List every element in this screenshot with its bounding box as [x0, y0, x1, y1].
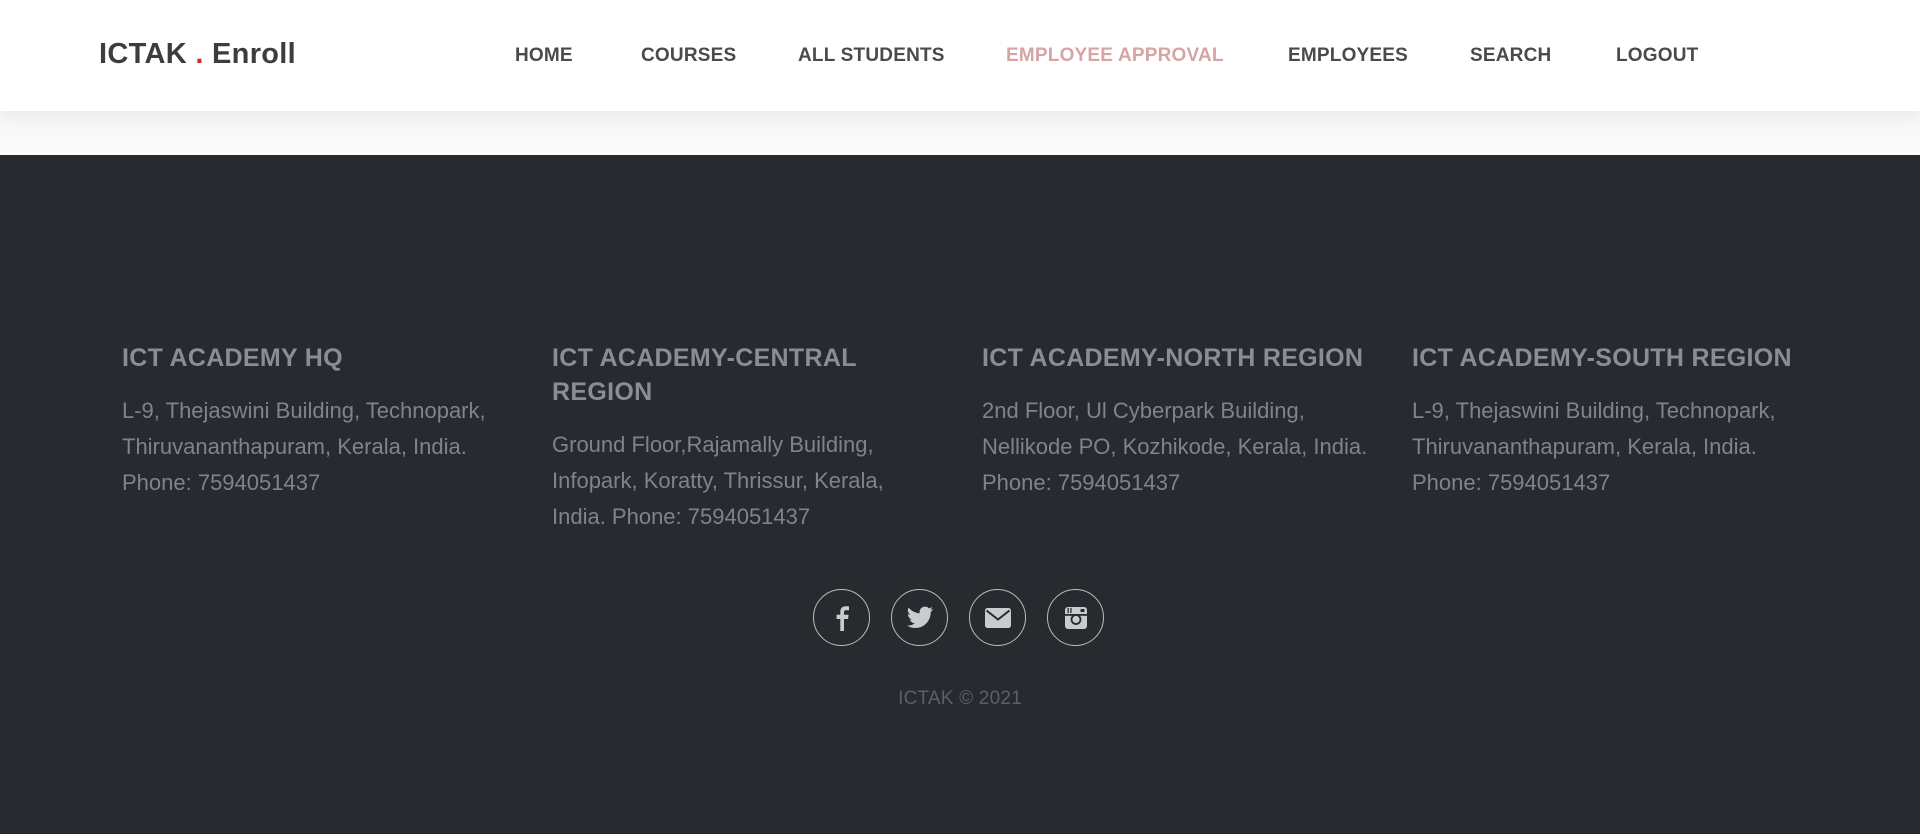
nav-item-employee-approval[interactable]: EMPLOYEE APPROVAL	[1006, 45, 1224, 67]
instagram-icon	[1064, 606, 1087, 629]
footer-column-title: ICT ACADEMY HQ	[122, 344, 343, 372]
footer-column-title: ICT ACADEMY-NORTH REGION	[982, 344, 1364, 372]
footer: ICT ACADEMY HQ L-9, Thejaswini Building,…	[0, 155, 1920, 834]
footer-address-text: L-9, Thejaswini Building, Technopark, Th…	[1412, 398, 1776, 459]
footer-column-address: L-9, Thejaswini Building, Technopark, Th…	[122, 393, 512, 501]
footer-address-text: 2nd Floor, Ul Cyberpark Building, Nellik…	[982, 398, 1368, 459]
twitter-icon	[906, 606, 933, 628]
facebook-icon	[836, 605, 849, 631]
nav-item-courses[interactable]: COURSES	[641, 45, 736, 67]
instagram-link[interactable]	[1047, 589, 1104, 646]
footer-column-south: ICT ACADEMY-SOUTH REGION L-9, Thejaswini…	[1412, 341, 1812, 501]
nav-item-employees[interactable]: EMPLOYEES	[1288, 45, 1408, 67]
top-navbar: ICTAK . Enroll HOME COURSES ALL STUDENTS…	[0, 0, 1920, 111]
footer-column-hq: ICT ACADEMY HQ L-9, Thejaswini Building,…	[122, 341, 512, 501]
facebook-link[interactable]	[813, 589, 870, 646]
footer-phone-text: Phone: 7594051437	[122, 470, 321, 495]
brand-dot: .	[195, 38, 204, 70]
page-content-strip	[0, 111, 1920, 155]
footer-column-title: ICT ACADEMY-SOUTH REGION	[1412, 344, 1792, 372]
footer-address-text: Ground Floor,Rajamally Building, Infopar…	[552, 432, 884, 529]
footer-column-address: Ground Floor,Rajamally Building, Infopar…	[552, 427, 922, 535]
footer-column-address: 2nd Floor, Ul Cyberpark Building, Nellik…	[982, 393, 1382, 501]
footer-column-north: ICT ACADEMY-NORTH REGION 2nd Floor, Ul C…	[982, 341, 1382, 501]
twitter-link[interactable]	[891, 589, 948, 646]
nav-item-search[interactable]: SEARCH	[1470, 45, 1551, 67]
footer-column-address: L-9, Thejaswini Building, Technopark, Th…	[1412, 393, 1812, 501]
footer-column-title: ICT ACADEMY-CENTRAL REGION	[552, 344, 857, 406]
brand-name-left: ICTAK	[99, 38, 187, 70]
nav-item-home[interactable]: HOME	[515, 45, 573, 67]
footer-phone-text: Phone: 7594051437	[982, 470, 1181, 495]
footer-column-central: ICT ACADEMY-CENTRAL REGION Ground Floor,…	[552, 341, 922, 535]
brand-logo[interactable]: ICTAK . Enroll	[99, 38, 296, 71]
nav-item-logout[interactable]: LOGOUT	[1616, 45, 1698, 67]
nav-item-all-students[interactable]: ALL STUDENTS	[798, 45, 945, 67]
copyright-text: ICTAK © 2021	[898, 688, 1022, 709]
mail-icon	[984, 607, 1011, 628]
footer-phone-text: Phone: 7594051437	[1412, 470, 1611, 495]
footer-address-text: L-9, Thejaswini Building, Technopark, Th…	[122, 398, 486, 459]
brand-name-right: Enroll	[212, 38, 297, 70]
mail-link[interactable]	[969, 589, 1026, 646]
